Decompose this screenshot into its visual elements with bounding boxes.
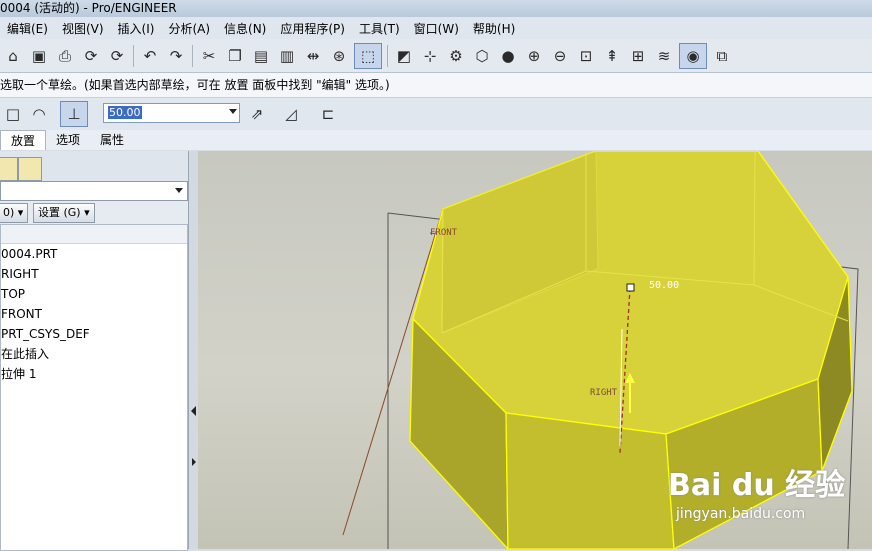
tree-item[interactable]: 在此插入 <box>1 344 187 364</box>
chevron-down-icon[interactable] <box>175 188 183 193</box>
message-bar: 选取一个草绘。(如果首选内部草绘，可在 放置 面板中找到 "编辑" 选项。) <box>0 73 872 98</box>
favorites-icon[interactable] <box>18 157 42 181</box>
thicken-icon[interactable]: ⊏ <box>317 103 339 125</box>
flip-direction-icon[interactable]: ⇗ <box>246 103 268 125</box>
model-tree: 0004.PRT RIGHT TOP FRONT PRT_CSYS_DEF 在此… <box>0 224 188 551</box>
panel-splitter[interactable] <box>189 151 198 549</box>
surface-icon[interactable]: ◠ <box>28 103 50 125</box>
mirror-icon[interactable]: ⇹ <box>302 45 324 67</box>
tree-item[interactable]: FRONT <box>1 304 187 324</box>
title-bar: 0004 (活动的) - Pro/ENGINEER <box>0 0 872 17</box>
solid-icon[interactable]: □ <box>2 103 24 125</box>
repaint-icon[interactable]: ⬡ <box>471 45 493 67</box>
extrude-dashboard: □ ◠ ⊥ 50.00 ⇗ ◿ ⊏ <box>0 98 872 130</box>
folder-icon[interactable] <box>0 157 18 181</box>
tab-options[interactable]: 选项 <box>46 130 90 150</box>
show-button[interactable]: 0) ▾ <box>0 203 29 223</box>
front-label: FRONT <box>430 228 458 238</box>
window-close-icon[interactable]: ⧉ <box>711 45 733 67</box>
tree-item[interactable]: 拉伸 1 <box>1 364 187 384</box>
cut-icon[interactable]: ✂ <box>198 45 220 67</box>
menu-insert[interactable]: 插入(I) <box>111 20 162 37</box>
prism-side-face <box>505 412 675 549</box>
toolbar-separator <box>133 44 134 67</box>
redo-icon[interactable]: ↷ <box>165 45 187 67</box>
menu-applications[interactable]: 应用程序(P) <box>273 20 352 37</box>
sketch-icon[interactable]: ◩ <box>393 45 415 67</box>
dashboard-tabs: 放置 选项 属性 <box>0 130 872 150</box>
dimension-value-label[interactable]: 50.00 <box>649 280 679 291</box>
menu-edit[interactable]: 编辑(E) <box>0 20 55 37</box>
settings-button-label: 设置 (G) <box>38 206 81 219</box>
menu-info[interactable]: 信息(N) <box>217 20 273 37</box>
tree-header <box>1 225 187 244</box>
toolbar-separator <box>192 44 193 67</box>
tab-properties[interactable]: 属性 <box>90 130 134 150</box>
axis-icon[interactable]: ⚙ <box>445 45 467 67</box>
baidu-url: jingyan.baidu.com <box>676 506 806 522</box>
copy-icon[interactable]: ❐ <box>224 45 246 67</box>
zoom-fit-icon[interactable]: ⊡ <box>575 45 597 67</box>
orient-icon[interactable]: ⇞ <box>601 45 623 67</box>
main-toolbar: ⌂ ▣ ⎙ ⟳ ⟳ ↶ ↷ ✂ ❐ ▤ ▥ ⇹ ⊛ ⬚ ◩ ⊹ ⚙ ⬡ ● ⊕ … <box>0 39 872 73</box>
print-icon[interactable]: ⎙ <box>54 45 76 67</box>
paste-special-icon[interactable]: ▥ <box>276 45 298 67</box>
remove-material-icon[interactable]: ◿ <box>280 103 302 125</box>
binoculars-icon[interactable]: ⊛ <box>328 45 350 67</box>
navigator-panel: 0) ▾ 设置 (G) ▾ 0004.PRT RIGHT TOP FRONT P… <box>0 151 189 551</box>
baidu-watermark: Bai du 经验 jingyan.baidu.com <box>668 460 868 532</box>
open-icon[interactable]: ⌂ <box>2 45 24 67</box>
regenerate-icon[interactable]: ⟳ <box>80 45 102 67</box>
show-button-label: 0) <box>3 206 15 219</box>
collapse-icon[interactable] <box>191 406 196 416</box>
right-label: RIGHT <box>590 388 618 398</box>
menu-tools[interactable]: 工具(T) <box>352 20 407 37</box>
tree-item[interactable]: TOP <box>1 284 187 304</box>
datum-points-icon[interactable]: ⊹ <box>419 45 441 67</box>
tree-item[interactable]: 0004.PRT <box>1 244 187 264</box>
paste-icon[interactable]: ▤ <box>250 45 272 67</box>
zoom-out-icon[interactable]: ⊖ <box>549 45 571 67</box>
undo-icon[interactable]: ↶ <box>139 45 161 67</box>
chevron-down-icon[interactable] <box>229 109 237 114</box>
depth-value: 50.00 <box>108 106 142 119</box>
tab-placement[interactable]: 放置 <box>0 130 47 150</box>
blind-depth-icon[interactable]: ⊥ <box>60 101 88 127</box>
tree-selector[interactable] <box>0 181 188 201</box>
named-views-icon[interactable]: ⊞ <box>627 45 649 67</box>
menu-bar: 编辑(E) 视图(V) 插入(I) 分析(A) 信息(N) 应用程序(P) 工具… <box>0 17 872 39</box>
zoom-in-icon[interactable]: ⊕ <box>523 45 545 67</box>
tree-item[interactable]: RIGHT <box>1 264 187 284</box>
menu-analysis[interactable]: 分析(A) <box>161 20 217 37</box>
menu-view[interactable]: 视图(V) <box>55 20 111 37</box>
expand-icon[interactable] <box>192 458 196 466</box>
settings-button[interactable]: 设置 (G) ▾ <box>33 203 95 223</box>
toolbar-separator <box>387 44 388 67</box>
tree-item[interactable]: PRT_CSYS_DEF <box>1 324 187 344</box>
regenerate-2-icon[interactable]: ⟳ <box>106 45 128 67</box>
baidu-logo: Bai du 经验 <box>668 468 846 503</box>
depth-field[interactable]: 50.00 <box>103 103 240 123</box>
navigator-tabs <box>0 151 188 181</box>
display-style-icon[interactable]: ◉ <box>679 42 707 69</box>
menu-help[interactable]: 帮助(H) <box>466 20 522 37</box>
window-title: 0004 (活动的) - Pro/ENGINEER <box>0 1 177 15</box>
message-text: 选取一个草绘。(如果首选内部草绘，可在 放置 面板中找到 "编辑" 选项。) <box>0 78 390 92</box>
shading-icon[interactable]: ● <box>497 45 519 67</box>
menu-window[interactable]: 窗口(W) <box>407 20 466 37</box>
select-box-icon[interactable]: ⬚ <box>354 42 382 69</box>
depth-drag-handle[interactable] <box>626 283 635 292</box>
layers-icon[interactable]: ≋ <box>653 45 675 67</box>
save-icon[interactable]: ▣ <box>28 45 50 67</box>
